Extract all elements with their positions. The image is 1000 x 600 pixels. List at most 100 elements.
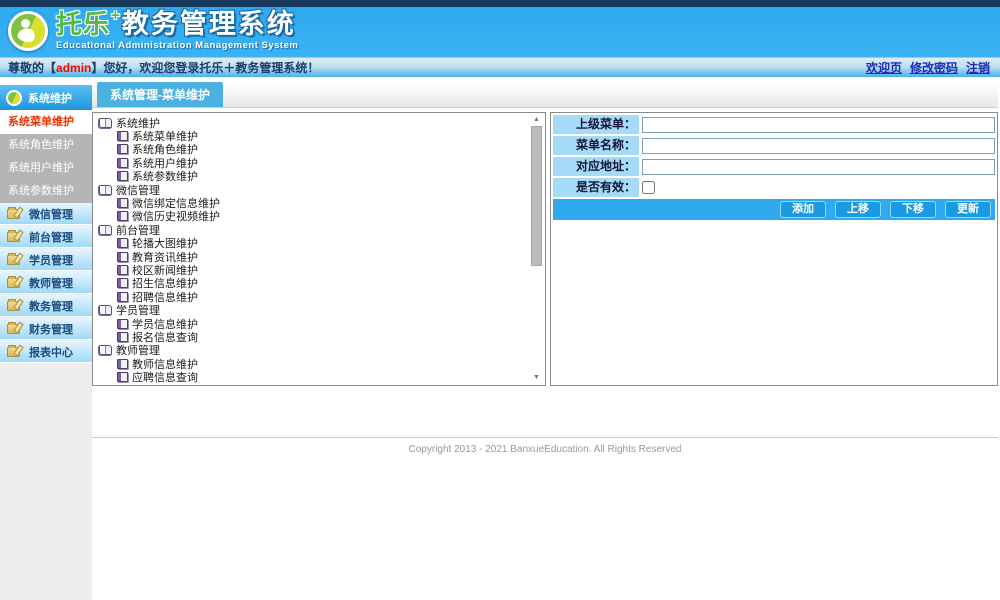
sidebar-items: 微信管理前台管理学员管理教师管理教务管理财务管理报表中心 — [0, 203, 92, 363]
menu-tree-panel: 系统维护系统菜单维护系统角色维护系统用户维护系统参数维护微信管理微信绑定信息维护… — [92, 112, 546, 386]
tree-node-系统参数维护[interactable]: 系统参数维护 — [93, 170, 545, 183]
form-label: 对应地址： — [553, 157, 639, 176]
sidebar-header-label: 系统维护 — [28, 90, 72, 106]
sidebar-subitem-系统角色维护[interactable]: 系统角色维护 — [0, 134, 92, 157]
sidebar-logo-icon — [6, 90, 22, 106]
form-row: 是否有效： — [553, 178, 995, 197]
form-value — [639, 157, 995, 176]
sidebar-item-label: 前台管理 — [29, 229, 73, 245]
menu-edit-form: 上级菜单： 菜单名称： 对应地址： 是否有效： 添加上移下移更新 — [550, 112, 998, 386]
open-book-icon — [99, 225, 112, 235]
form-label: 是否有效： — [553, 178, 639, 197]
brand-plus: + — [111, 8, 120, 23]
welcome-message: 尊敬的【admin】您好，欢迎您登录托乐＋教务管理系统！ — [8, 59, 319, 76]
move-down-button[interactable]: 下移 — [890, 201, 936, 218]
url-field[interactable] — [642, 159, 995, 175]
folder-icon — [7, 347, 20, 357]
book-icon — [117, 211, 128, 221]
folder-icon — [7, 278, 20, 288]
sidebar-item-教师管理[interactable]: 教师管理 — [0, 272, 92, 294]
tree-node-微信历史视频维护[interactable]: 微信历史视频维护 — [93, 210, 545, 223]
sidebar: 系统维护 系统菜单维护系统角色维护系统用户维护系统参数维护 微信管理前台管理学员… — [0, 85, 92, 600]
scrollbar-thumb[interactable] — [531, 126, 542, 266]
open-book-icon — [99, 345, 112, 355]
copyright-text: Copyright 2013 - 2021 BanxueEducation. A… — [92, 444, 998, 455]
book-icon — [117, 238, 128, 248]
sidebar-subitem-系统用户维护[interactable]: 系统用户维护 — [0, 157, 92, 180]
header-links: 欢迎页修改密码注销 — [866, 59, 990, 76]
is-valid-checkbox[interactable] — [642, 181, 655, 194]
brand-name: 托乐 — [56, 11, 110, 37]
tree-node-招聘信息维护[interactable]: 招聘信息维护 — [93, 290, 545, 303]
open-book-icon — [99, 305, 112, 315]
menu-tree: 系统维护系统菜单维护系统角色维护系统用户维护系统参数维护微信管理微信绑定信息维护… — [93, 116, 545, 386]
sidebar-item-学员管理[interactable]: 学员管理 — [0, 249, 92, 271]
folder-icon — [7, 232, 20, 242]
open-book-icon — [99, 185, 112, 195]
sidebar-item-label: 学员管理 — [29, 252, 73, 268]
sidebar-subitem-系统参数维护[interactable]: 系统参数维护 — [0, 180, 92, 203]
book-icon — [117, 144, 128, 154]
open-book-icon — [99, 386, 112, 387]
form-row: 上级菜单： — [553, 115, 995, 134]
form-value — [639, 136, 995, 155]
folder-icon — [7, 255, 20, 265]
username: admin — [56, 61, 91, 75]
top-strip — [0, 0, 1000, 7]
brand-logo-icon — [8, 11, 48, 51]
welcome-prefix: 尊敬的【 — [8, 61, 56, 75]
tree-node-报名信息查询[interactable]: 报名信息查询 — [93, 330, 545, 343]
update-button[interactable]: 更新 — [945, 201, 991, 218]
form-row: 菜单名称： — [553, 136, 995, 155]
move-up-button[interactable]: 上移 — [835, 201, 881, 218]
tree-scrollbar[interactable]: ▲ ▼ — [530, 115, 543, 383]
sidebar-item-财务管理[interactable]: 财务管理 — [0, 318, 92, 340]
folder-icon — [7, 324, 20, 334]
scroll-down-icon[interactable]: ▼ — [530, 373, 543, 383]
book-icon — [117, 171, 128, 181]
sidebar-submenu: 系统菜单维护系统角色维护系统用户维护系统参数维护 — [0, 111, 92, 203]
link-logout[interactable]: 注销 — [966, 59, 990, 76]
app-banner: 托乐 + 教务管理系统 Educational Administration M… — [0, 7, 1000, 57]
logo: 托乐 + 教务管理系统 Educational Administration M… — [8, 11, 298, 51]
book-icon — [117, 359, 128, 369]
tree-node-label: 教务管理 — [116, 383, 160, 386]
tab-menu-maintenance[interactable]: 系统管理-菜单维护 — [97, 82, 223, 107]
book-icon — [117, 278, 128, 288]
form-label: 上级菜单： — [553, 115, 639, 134]
sidebar-item-label: 微信管理 — [29, 206, 73, 222]
form-label: 菜单名称： — [553, 136, 639, 155]
tab-bar: 系统管理-菜单维护 — [92, 85, 998, 108]
sidebar-item-label: 报表中心 — [29, 344, 73, 360]
book-icon — [117, 158, 128, 168]
sidebar-item-微信管理[interactable]: 微信管理 — [0, 203, 92, 225]
book-icon — [117, 265, 128, 275]
sidebar-item-label: 财务管理 — [29, 321, 73, 337]
sidebar-item-教务管理[interactable]: 教务管理 — [0, 295, 92, 317]
link-change-password[interactable]: 修改密码 — [910, 59, 958, 76]
welcome-bar: 尊敬的【admin】您好，欢迎您登录托乐＋教务管理系统！ 欢迎页修改密码注销 — [0, 57, 1000, 77]
add-button[interactable]: 添加 — [780, 201, 826, 218]
parent-menu-field[interactable] — [642, 117, 995, 133]
sidebar-item-报表中心[interactable]: 报表中心 — [0, 341, 92, 363]
sidebar-item-前台管理[interactable]: 前台管理 — [0, 226, 92, 248]
open-book-icon — [99, 118, 112, 128]
tree-node-应聘信息查询[interactable]: 应聘信息查询 — [93, 370, 545, 383]
sidebar-item-label: 教务管理 — [29, 298, 73, 314]
scroll-up-icon[interactable]: ▲ — [530, 115, 543, 125]
book-icon — [117, 319, 128, 329]
sidebar-subitem-系统菜单维护[interactable]: 系统菜单维护 — [0, 111, 92, 134]
folder-icon — [7, 209, 20, 219]
book-icon — [117, 292, 128, 302]
menu-name-field[interactable] — [642, 138, 995, 154]
book-icon — [117, 252, 128, 262]
sidebar-item-label: 教师管理 — [29, 275, 73, 291]
form-value — [639, 178, 995, 197]
link-welcome-page[interactable]: 欢迎页 — [866, 59, 902, 76]
sidebar-item-system-maintenance[interactable]: 系统维护 — [0, 85, 92, 111]
form-value — [639, 115, 995, 134]
footer: Copyright 2013 - 2021 BanxueEducation. A… — [92, 437, 998, 455]
book-icon — [117, 372, 128, 382]
book-icon — [117, 131, 128, 141]
app-title: 教务管理系统 — [122, 11, 296, 38]
